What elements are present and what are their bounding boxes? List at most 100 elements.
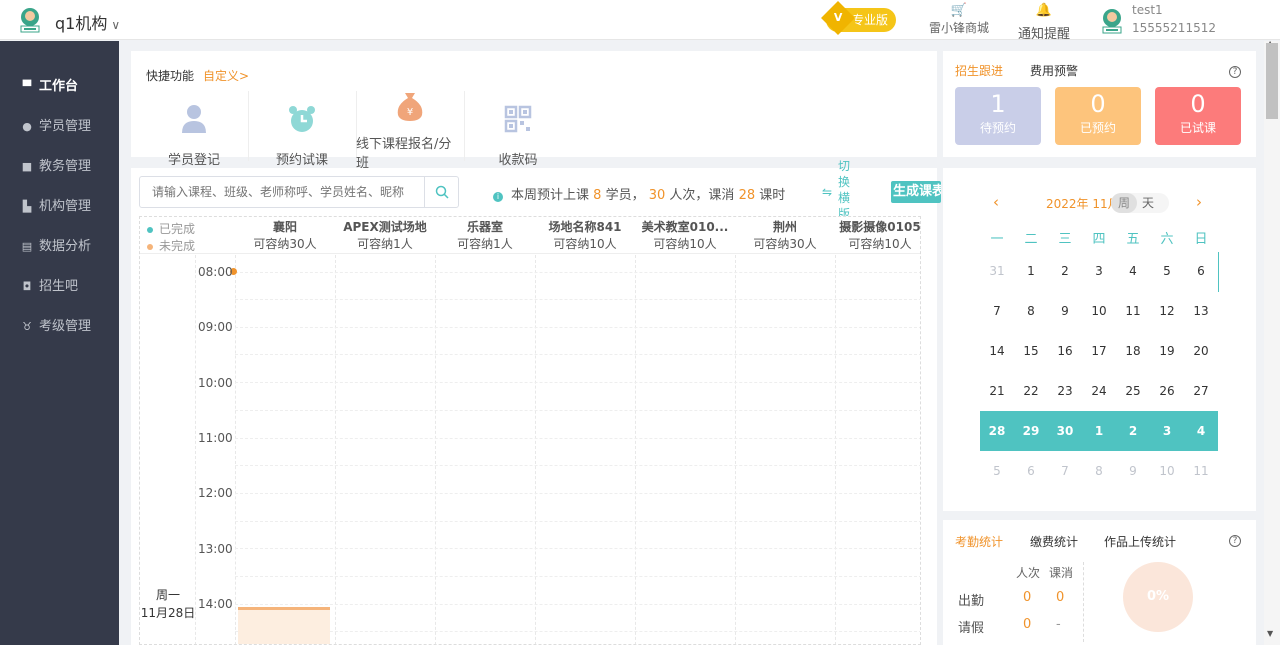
customize-link[interactable]: 自定义> xyxy=(203,67,249,84)
help-icon[interactable]: ? xyxy=(1229,535,1241,547)
quick-trial-booking[interactable]: 预约试课 xyxy=(248,91,356,168)
calendar-day[interactable]: 9 xyxy=(1116,451,1150,491)
calendar-day[interactable]: 9 xyxy=(1048,291,1082,331)
stat-consume: 28 xyxy=(738,188,756,203)
calendar-day[interactable]: 12 xyxy=(1150,291,1184,331)
calendar-day[interactable]: 28 xyxy=(980,411,1014,451)
swap-icon: ⇋ xyxy=(822,185,833,199)
calendar-day[interactable]: 1 xyxy=(1014,251,1048,291)
calendar-day[interactable]: 13 xyxy=(1184,291,1218,331)
stat-card-booked[interactable]: 0 已预约 xyxy=(1055,87,1141,145)
attendance-ratio-ring: 0% xyxy=(1123,562,1193,632)
tab-enroll-followup[interactable]: 招生跟进 xyxy=(955,62,1003,79)
weekday-label: 四 xyxy=(1092,232,1106,247)
calendar-day[interactable]: 6 xyxy=(1014,451,1048,491)
calendar-day[interactable]: 1 xyxy=(1082,411,1116,451)
generate-schedule-button[interactable]: 生成课表 xyxy=(891,181,941,203)
tab-fee-warning[interactable]: 费用预警 xyxy=(1030,62,1078,79)
tab-attendance[interactable]: 考勤统计 xyxy=(955,533,1003,550)
calendar-day[interactable]: 23 xyxy=(1048,371,1082,411)
calendar-day[interactable]: 5 xyxy=(980,451,1014,491)
sidebar-item-institution[interactable]: ▙ 机构管理 xyxy=(0,187,119,227)
sidebar-item-academic[interactable]: ■ 教务管理 xyxy=(0,147,119,187)
calendar-day[interactable]: 3 xyxy=(1150,411,1184,451)
quick-offline-enroll[interactable]: ¥ 线下课程报名/分班 xyxy=(356,91,464,171)
calendar-day[interactable]: 7 xyxy=(1048,451,1082,491)
calendar-day[interactable]: 30 xyxy=(1048,411,1082,451)
calendar-day[interactable]: 7 xyxy=(980,291,1014,331)
quick-payment-code[interactable]: 收款码 xyxy=(464,91,572,168)
calendar-day[interactable]: 3 xyxy=(1082,251,1116,291)
venue-header: 摄影摄像0105 可容纳10人 xyxy=(839,220,921,251)
help-icon[interactable]: ? xyxy=(1229,66,1241,78)
scroll-thumb[interactable] xyxy=(1266,43,1278,119)
pro-version-badge[interactable]: V 专业版 xyxy=(821,1,896,35)
shop-link[interactable]: 🛒 雷小锋商城 xyxy=(928,3,990,36)
next-month-button[interactable]: › xyxy=(1196,193,1202,211)
user-phone: 15555211512 xyxy=(1132,21,1216,35)
scroll-down-icon[interactable]: ▼ xyxy=(1267,629,1273,638)
calendar-header: ‹ 2022年 11月 周天 › xyxy=(943,193,1256,213)
calendar-day[interactable]: 24 xyxy=(1082,371,1116,411)
sidebar-item-recruit[interactable]: ◘ 招生吧 xyxy=(0,267,119,307)
calendar-day[interactable]: 4 xyxy=(1116,251,1150,291)
page-scrollbar[interactable]: ▲ ▼ xyxy=(1264,39,1280,645)
stat-card-tried[interactable]: 0 已试课 xyxy=(1155,87,1241,145)
search-input[interactable] xyxy=(140,177,420,207)
calendar-day[interactable]: 26 xyxy=(1150,371,1184,411)
org-switcher[interactable]: q1机构 ∨ xyxy=(55,10,120,34)
search-icon xyxy=(435,185,449,199)
sidebar-item-workbench[interactable]: ▀ 工作台 xyxy=(0,67,119,107)
grid-line xyxy=(235,493,920,494)
calendar-panel: ‹ 2022年 11月 周天 › 一 二 三 四 五 六 日 31 1 2 3 4 5 6 7… xyxy=(943,168,1256,511)
calendar-day[interactable]: 5 xyxy=(1150,251,1184,291)
week-view-button[interactable]: 周 xyxy=(1111,193,1137,213)
calendar-day[interactable]: 31 xyxy=(980,251,1014,291)
calendar-day[interactable]: 18 xyxy=(1116,331,1150,371)
time-label: 10:00 xyxy=(198,376,233,390)
calendar-day[interactable]: 17 xyxy=(1082,331,1116,371)
calendar-day[interactable]: 2 xyxy=(1116,411,1150,451)
calendar-day[interactable]: 25 xyxy=(1116,371,1150,411)
tab-payment[interactable]: 缴费统计 xyxy=(1030,533,1078,550)
calendar-day[interactable]: 21 xyxy=(980,371,1014,411)
grid-line xyxy=(235,272,920,273)
calendar-day[interactable]: 4 xyxy=(1184,411,1218,451)
info-icon: i xyxy=(493,192,503,202)
calendar-day[interactable]: 11 xyxy=(1116,291,1150,331)
venue-header: APEX测试场地 可容纳1人 xyxy=(343,220,427,251)
calendar-day[interactable]: 14 xyxy=(980,331,1014,371)
time-label: 09:00 xyxy=(198,320,233,334)
calendar-day[interactable]: 27 xyxy=(1184,371,1218,411)
notify-link[interactable]: 🔔 通知提醒 xyxy=(1014,3,1074,42)
day-view-button[interactable]: 天 xyxy=(1137,193,1159,213)
calendar-day[interactable]: 20 xyxy=(1184,331,1218,371)
avatar[interactable] xyxy=(1100,8,1124,34)
calendar-day[interactable]: 15 xyxy=(1014,331,1048,371)
row-label: 请假 xyxy=(958,621,985,636)
calendar-day[interactable]: 2 xyxy=(1048,251,1082,291)
venue-header: 乐器室 可容纳1人 xyxy=(457,220,513,251)
sidebar-item-exam[interactable]: ♉ 考级管理 xyxy=(0,307,119,347)
calendar-day[interactable]: 10 xyxy=(1150,451,1184,491)
weekday-label: 五 xyxy=(1126,232,1140,247)
stat-card-pending[interactable]: 1 待预约 xyxy=(955,87,1041,145)
leave-consume: - xyxy=(1056,617,1061,632)
sidebar-item-analytics[interactable]: ▤ 数据分析 xyxy=(0,227,119,267)
calendar-day[interactable]: 11 xyxy=(1184,451,1218,491)
calendar-day[interactable]: 29 xyxy=(1014,411,1048,451)
calendar-day[interactable]: 8 xyxy=(1014,291,1048,331)
calendar-day[interactable]: 16 xyxy=(1048,331,1082,371)
calendar-day[interactable]: 8 xyxy=(1082,451,1116,491)
prev-month-button[interactable]: ‹ xyxy=(993,193,999,211)
calendar-day[interactable]: 10 xyxy=(1082,291,1116,331)
calendar-day[interactable]: 19 xyxy=(1150,331,1184,371)
calendar-day[interactable]: 6 xyxy=(1184,251,1218,291)
person-icon xyxy=(182,105,206,133)
tab-works-upload[interactable]: 作品上传统计 xyxy=(1104,533,1176,550)
search-button[interactable] xyxy=(424,177,458,207)
calendar-day[interactable]: 22 xyxy=(1014,371,1048,411)
quick-student-register[interactable]: 学员登记 xyxy=(140,91,248,168)
sidebar-item-students[interactable]: ● 学员管理 xyxy=(0,107,119,147)
course-event[interactable] xyxy=(238,607,330,644)
